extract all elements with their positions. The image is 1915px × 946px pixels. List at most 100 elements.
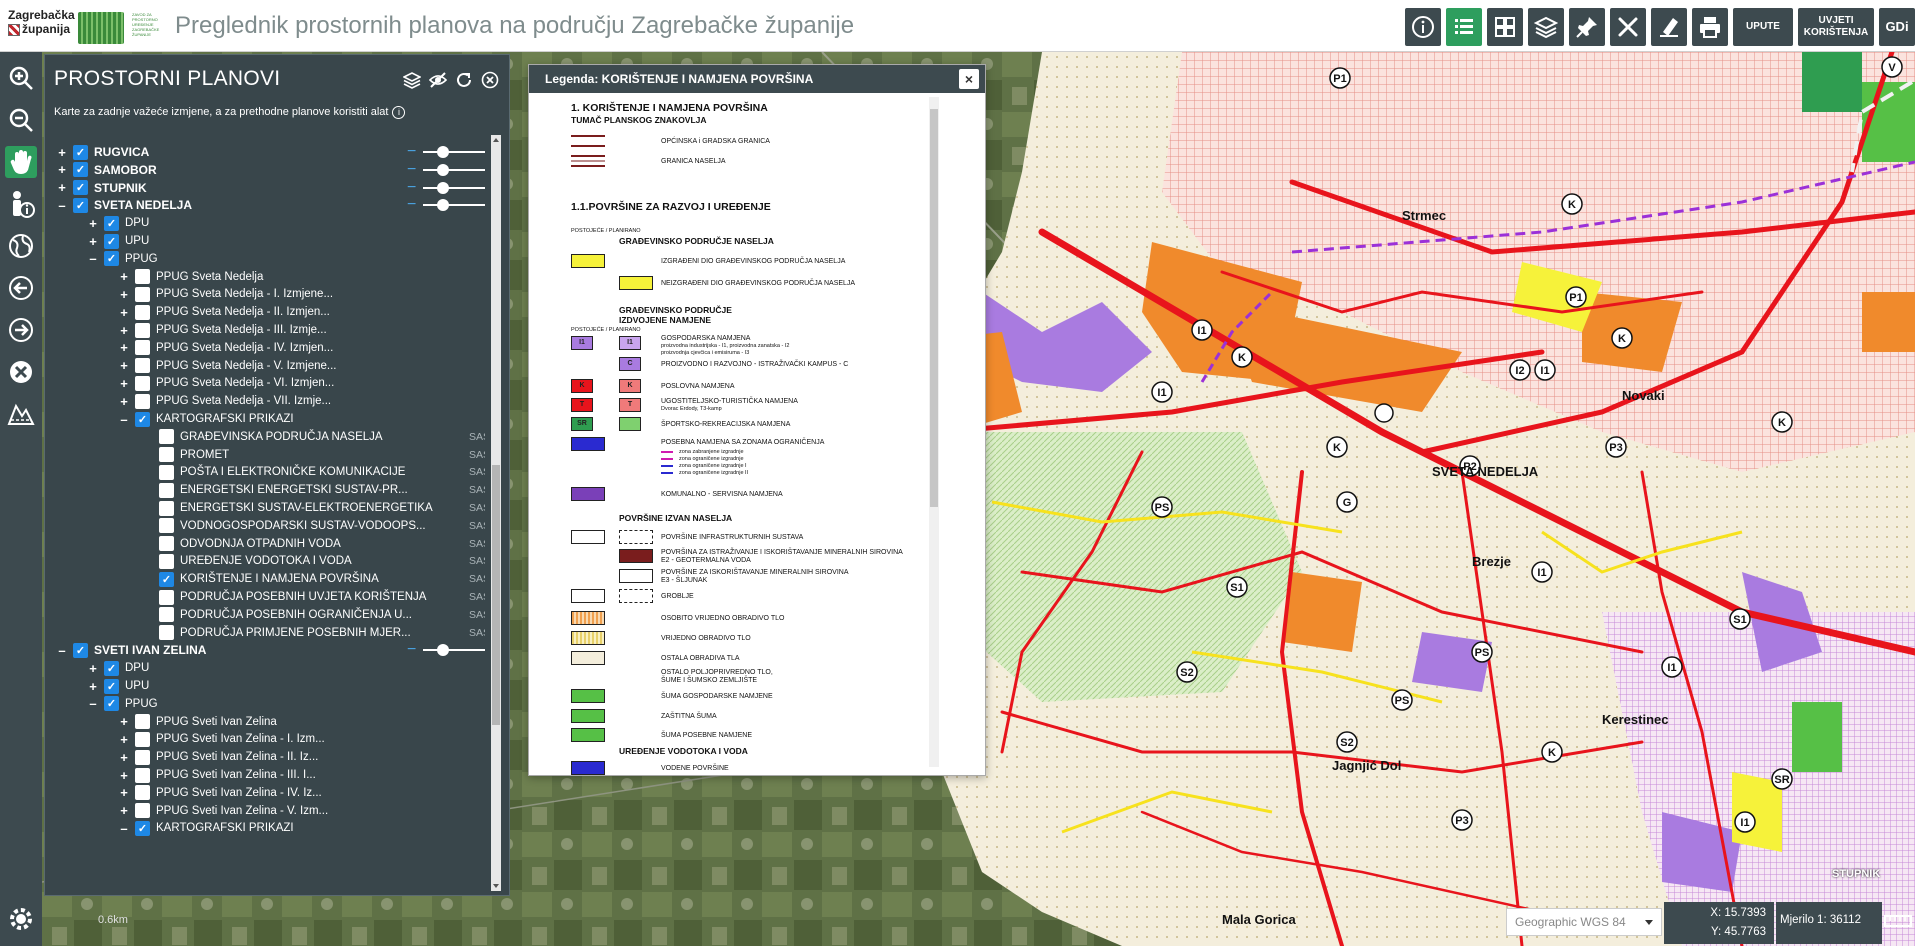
expand-icon[interactable]: + (117, 269, 131, 284)
scroll-down-arrow-icon[interactable] (493, 884, 499, 888)
slider-track[interactable] (423, 151, 485, 153)
scrollbar-thumb[interactable] (492, 465, 500, 725)
tree-map-row[interactable]: PODRUČJA POSEBNIH OGRANIČENJA U... SAS. L… (155, 606, 485, 624)
layout-button[interactable] (1487, 8, 1523, 46)
tree-item-row[interactable]: – KARTOGRAFSKI PRIKAZI (117, 819, 294, 837)
legend-link[interactable]: SAS. LEG. (469, 466, 485, 478)
checkbox[interactable] (159, 447, 174, 463)
checkbox-checked[interactable] (104, 233, 119, 249)
checkbox[interactable] (135, 304, 150, 320)
legend-link[interactable]: SAS. LEG. (469, 627, 485, 639)
slider-knob[interactable] (437, 644, 449, 657)
checkbox[interactable] (135, 785, 150, 801)
slider-knob[interactable] (437, 181, 449, 194)
tree-item-row[interactable]: + UPU (86, 232, 149, 250)
identify-button[interactable] (5, 188, 37, 220)
tree-item-row[interactable]: + PPUG Sveta Nedelja - IV. Izmjen... (117, 339, 333, 357)
collapse-icon[interactable]: – (86, 251, 100, 266)
tree-item-row[interactable]: + PPUG Sveti Ivan Zelina - III. I... (117, 766, 316, 784)
measure-ruler-button[interactable] (1884, 910, 1912, 932)
expand-icon[interactable]: + (117, 768, 131, 783)
hide-all-button[interactable] (429, 71, 447, 89)
legend-close-button[interactable]: × (959, 69, 979, 89)
expand-icon[interactable]: + (117, 323, 131, 338)
collapse-icon[interactable]: – (55, 643, 69, 658)
draw-button[interactable] (1651, 8, 1687, 46)
tree-map-row[interactable]: ENERGETSKI ENERGETSKI SUSTAV-PR... SAS. L… (155, 481, 485, 499)
tree-item-row[interactable]: + PPUG Sveta Nedelja - I. Izmjene... (117, 285, 333, 303)
legend-link[interactable]: SAS. LEG. (469, 555, 485, 567)
checkbox-checked[interactable] (104, 696, 119, 712)
checkbox[interactable] (159, 429, 174, 445)
checkbox[interactable] (135, 340, 150, 356)
legend-link[interactable]: SAS. LEG. (469, 502, 485, 514)
checkbox[interactable] (135, 714, 150, 730)
slider-track[interactable] (423, 204, 485, 207)
checkbox[interactable] (135, 767, 150, 783)
layers-toggle-button[interactable] (403, 71, 421, 89)
checkbox-checked[interactable] (104, 678, 119, 694)
tree-group-row[interactable]: – SVETI IVAN ZELINA (55, 641, 206, 659)
checkbox[interactable] (135, 286, 150, 302)
tree-item-row[interactable]: – PPUG (86, 695, 158, 713)
expand-icon[interactable]: + (86, 679, 100, 694)
scroll-up-arrow-icon[interactable] (493, 138, 499, 142)
tree-map-row[interactable]: GRAĐEVINSKA PODRUČJA NASELJA SAS. LEG. (155, 428, 485, 446)
legend-link[interactable]: SAS. LEG. (469, 520, 485, 532)
checkbox[interactable] (135, 731, 150, 747)
expand-icon[interactable]: + (86, 216, 100, 231)
expand-icon[interactable]: + (117, 305, 131, 320)
tree-item-row[interactable]: + PPUG Sveti Ivan Zelina - I. Izm... (117, 730, 325, 748)
checkbox[interactable] (159, 536, 174, 552)
checkbox-checked[interactable] (73, 642, 88, 658)
collapse-icon[interactable]: – (117, 821, 131, 836)
next-extent-button[interactable] (5, 314, 37, 346)
pin-button[interactable] (1569, 8, 1605, 46)
tree-item-row[interactable]: – PPUG (86, 250, 158, 268)
expand-icon[interactable]: + (117, 394, 131, 409)
slider-track[interactable] (423, 168, 485, 171)
tree-item-row[interactable]: + PPUG Sveti Ivan Zelina - IV. Iz... (117, 784, 322, 802)
checkbox-checked[interactable] (104, 251, 119, 267)
info-icon[interactable]: i (392, 106, 406, 119)
checkbox[interactable] (159, 625, 174, 641)
tree-group-row[interactable]: + RUGVICA (55, 143, 149, 161)
checkbox-checked[interactable] (159, 571, 174, 587)
legend-link[interactable]: SAS. LEG. (469, 609, 485, 621)
opacity-slider[interactable]: −+ (407, 641, 485, 659)
opacity-slider[interactable]: −+ (407, 143, 485, 161)
legend-link[interactable]: SAS. LEG. (469, 573, 485, 585)
checkbox[interactable] (159, 518, 174, 534)
close-panel-button[interactable] (481, 71, 499, 89)
tree-item-row[interactable]: + DPU (86, 214, 149, 232)
info-button[interactable] (1405, 8, 1441, 46)
tree-map-row[interactable]: UREĐENJE VODOTOKA I VODA SAS. LEG. (155, 552, 485, 570)
expand-icon[interactable]: + (86, 234, 100, 249)
collapse-icon[interactable]: – (55, 198, 69, 213)
tree-item-row[interactable]: + PPUG Sveta Nedelja (117, 268, 263, 286)
legend-scrollbar[interactable] (929, 97, 939, 767)
pan-button[interactable] (5, 146, 37, 178)
tree-item-row[interactable]: + DPU (86, 659, 149, 677)
expand-icon[interactable]: + (117, 340, 131, 355)
checkbox[interactable] (135, 322, 150, 338)
tree-map-row[interactable]: KORIŠTENJE I NAMJENA POVRŠINA SAS. LEG. (155, 570, 485, 588)
checkbox-checked[interactable] (73, 197, 88, 213)
slider-track[interactable] (423, 649, 485, 652)
tree-group-row[interactable]: + STUPNIK (55, 179, 147, 197)
tree-item-row[interactable]: + UPU (86, 677, 149, 695)
tree-map-row[interactable]: PODRUČJA PRIMJENE POSEBNIH MJER... SAS. L… (155, 624, 485, 642)
checkbox[interactable] (135, 358, 150, 374)
expand-icon[interactable]: + (117, 376, 131, 391)
checkbox[interactable] (159, 482, 174, 498)
minus-icon[interactable]: − (407, 196, 416, 214)
tree-map-row[interactable]: PROMET SAS. LEG. (155, 446, 485, 464)
tree-item-row[interactable]: – KARTOGRAFSKI PRIKAZI (117, 410, 294, 428)
previous-extent-button[interactable] (5, 272, 37, 304)
expand-icon[interactable]: + (117, 803, 131, 818)
expand-icon[interactable]: + (117, 750, 131, 765)
layer-list-button[interactable] (1446, 8, 1482, 46)
checkbox-checked[interactable] (73, 162, 88, 178)
expand-icon[interactable]: + (117, 714, 131, 729)
expand-icon[interactable]: + (117, 732, 131, 747)
